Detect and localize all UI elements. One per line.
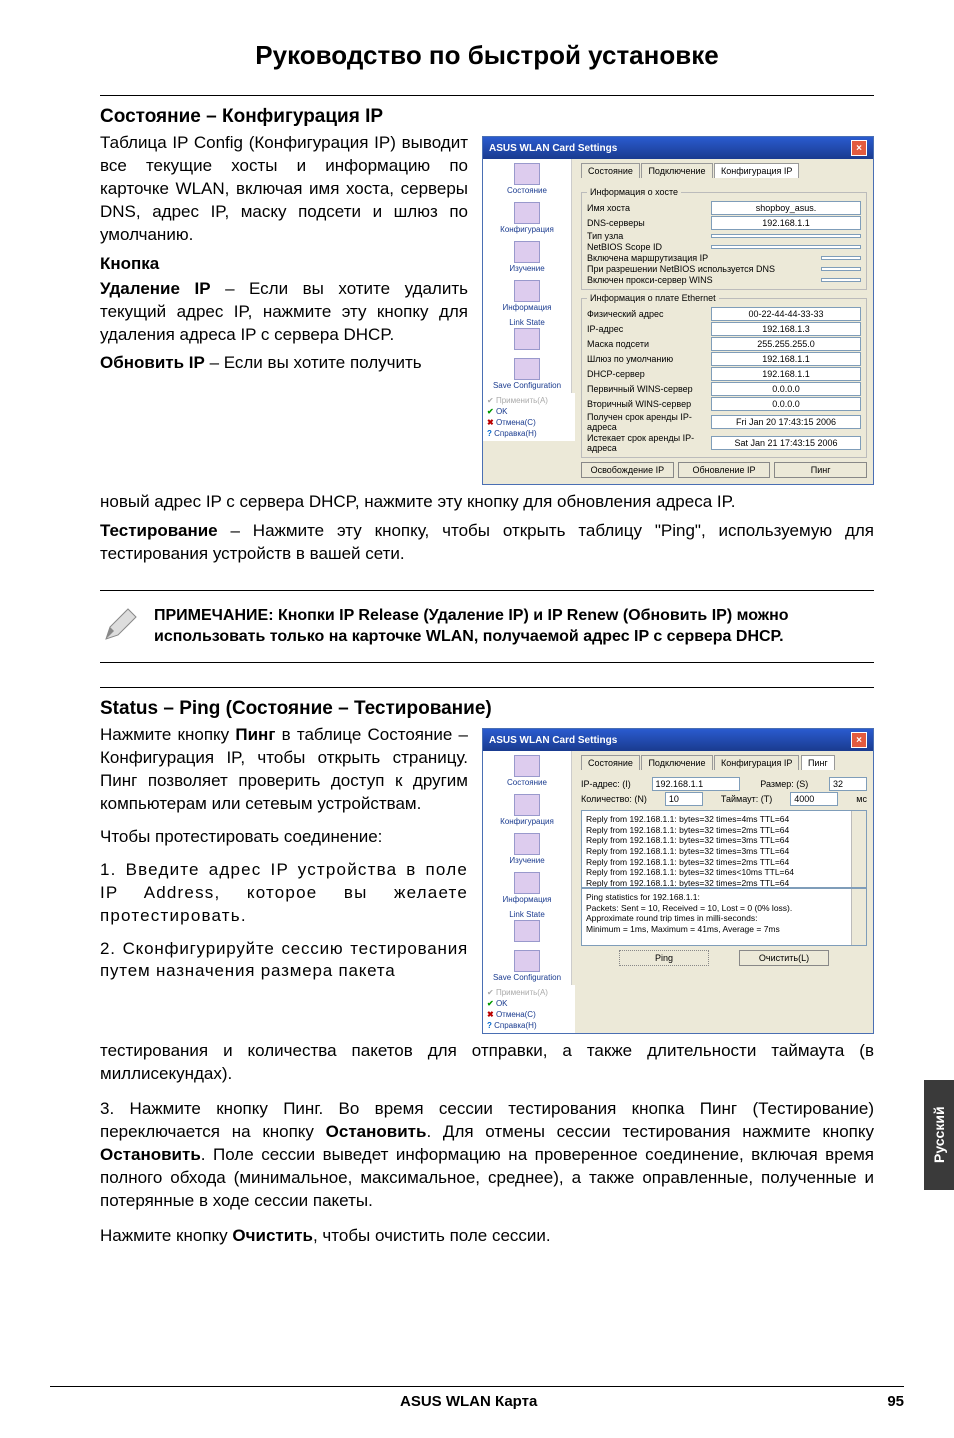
- close-icon[interactable]: ×: [851, 732, 867, 748]
- testing-desc: Тестирование – Нажмите эту кнопку, чтобы…: [100, 520, 874, 566]
- sidebar-item-saveconfig[interactable]: Save Configuration: [483, 946, 571, 985]
- sidebar-item-config[interactable]: Конфигурация: [483, 198, 571, 237]
- ping-window: ASUS WLAN Card Settings × Состояние Конф…: [482, 728, 874, 1034]
- ipconfig-window: ASUS WLAN Card Settings × Состояние Конф…: [482, 136, 874, 485]
- ping-replies-box: Reply from 192.168.1.1: bytes=32 times=4…: [581, 810, 867, 888]
- window-sidebar: Состояние Конфигурация Изучение Информац…: [483, 159, 572, 393]
- sidebar-item-info[interactable]: Информация: [483, 868, 571, 907]
- host-info-group: Информация о хосте Имя хостаshopboy_asus…: [581, 187, 867, 290]
- footer-product: ASUS WLAN Карта: [400, 1393, 537, 1410]
- page-footer: ASUS WLAN Карта 95: [0, 1386, 954, 1410]
- help-button[interactable]: ? Справка(H): [485, 1020, 573, 1031]
- note-text: ПРИМЕЧАНИЕ: Кнопки IP Release (Удаление …: [154, 605, 874, 648]
- ip-renew-button[interactable]: Обновление IP: [678, 462, 771, 478]
- sidebar-item-status[interactable]: Состояние: [483, 751, 571, 790]
- page-number: 95: [887, 1393, 904, 1410]
- ping-stats-box: Ping statistics for 192.168.1.1: Packets…: [581, 888, 867, 946]
- apply-button: ✔ Применить(A): [485, 987, 573, 998]
- note-block: ПРИМЕЧАНИЕ: Кнопки IP Release (Удаление …: [100, 590, 874, 663]
- sidebar-item-info[interactable]: Информация: [483, 276, 571, 315]
- do-ping-button[interactable]: Ping: [619, 950, 709, 966]
- scrollbar[interactable]: [851, 811, 866, 887]
- host-value: shopboy_asus.: [711, 201, 861, 215]
- window-title: ASUS WLAN Card Settings: [489, 143, 617, 154]
- help-button[interactable]: ? Справка(H): [485, 428, 573, 439]
- tab-ipconfig[interactable]: Конфигурация IP: [714, 163, 799, 178]
- ping-ip-input[interactable]: 192.168.1.1: [652, 777, 740, 791]
- sidebar-item-linkstate[interactable]: Link State: [483, 315, 571, 354]
- sidebar-item-status[interactable]: Состояние: [483, 159, 571, 198]
- pencil-icon: [100, 605, 140, 645]
- ping-step2b: тестирования и количества пакетов для от…: [100, 1040, 874, 1086]
- tab-ping[interactable]: Пинг: [801, 755, 835, 770]
- ping-count-input[interactable]: 10: [665, 792, 703, 806]
- ip-release-button[interactable]: Освобождение IP: [581, 462, 674, 478]
- gateway-value: 192.168.1.1: [711, 352, 861, 366]
- window-title: ASUS WLAN Card Settings: [489, 735, 617, 746]
- ping-size-input[interactable]: 32: [829, 777, 867, 791]
- mask-value: 255.255.255.0: [711, 337, 861, 351]
- tab-connection[interactable]: Подключение: [641, 755, 712, 770]
- page-title: Руководство по быстрой установке: [100, 40, 874, 71]
- sidebar-item-saveconfig[interactable]: Save Configuration: [483, 354, 571, 393]
- dns-value: 192.168.1.1: [711, 216, 861, 230]
- tab-status[interactable]: Состояние: [581, 163, 640, 178]
- sidebar-item-survey[interactable]: Изучение: [483, 829, 571, 868]
- mac-value: 00-22-44-44-33-33: [711, 307, 861, 321]
- ping-button[interactable]: Пинг: [774, 462, 867, 478]
- ping-step3: 3. Нажмите кнопку Пинг. Во время сессии …: [100, 1098, 874, 1213]
- sidebar-item-config[interactable]: Конфигурация: [483, 790, 571, 829]
- renew-ip-desc-b: новый адрес IP с сервера DHCP, нажмите э…: [100, 491, 874, 514]
- cancel-button[interactable]: ✖ Отмена(C): [485, 417, 573, 428]
- section-heading-ipconfig: Состояние – Конфигурация IP: [100, 106, 874, 128]
- language-tab: Русский: [924, 1080, 954, 1190]
- ethernet-info-group: Информация о плате Ethernet Физический а…: [581, 293, 867, 458]
- section-heading-ping: Status – Ping (Состояние – Тестирование): [100, 698, 874, 720]
- tab-ipconfig[interactable]: Конфигурация IP: [714, 755, 799, 770]
- sidebar-item-survey[interactable]: Изучение: [483, 237, 571, 276]
- close-icon[interactable]: ×: [851, 140, 867, 156]
- tab-connection[interactable]: Подключение: [641, 163, 712, 178]
- ping-clear: Нажмите кнопку Очистить, чтобы очистить …: [100, 1225, 874, 1248]
- sidebar-item-linkstate[interactable]: Link State: [483, 907, 571, 946]
- dhcp-value: 192.168.1.1: [711, 367, 861, 381]
- apply-button: ✔ Применить(A): [485, 395, 573, 406]
- ok-button[interactable]: ✔ OK: [485, 998, 573, 1009]
- ip-value: 192.168.1.3: [711, 322, 861, 336]
- cancel-button[interactable]: ✖ Отмена(C): [485, 1009, 573, 1020]
- clear-button[interactable]: Очистить(L): [739, 950, 829, 966]
- ping-timeout-input[interactable]: 4000: [790, 792, 838, 806]
- window-sidebar: Состояние Конфигурация Изучение Информац…: [483, 751, 572, 985]
- ok-button[interactable]: ✔ OK: [485, 406, 573, 417]
- scrollbar[interactable]: [851, 889, 866, 945]
- tab-status[interactable]: Состояние: [581, 755, 640, 770]
